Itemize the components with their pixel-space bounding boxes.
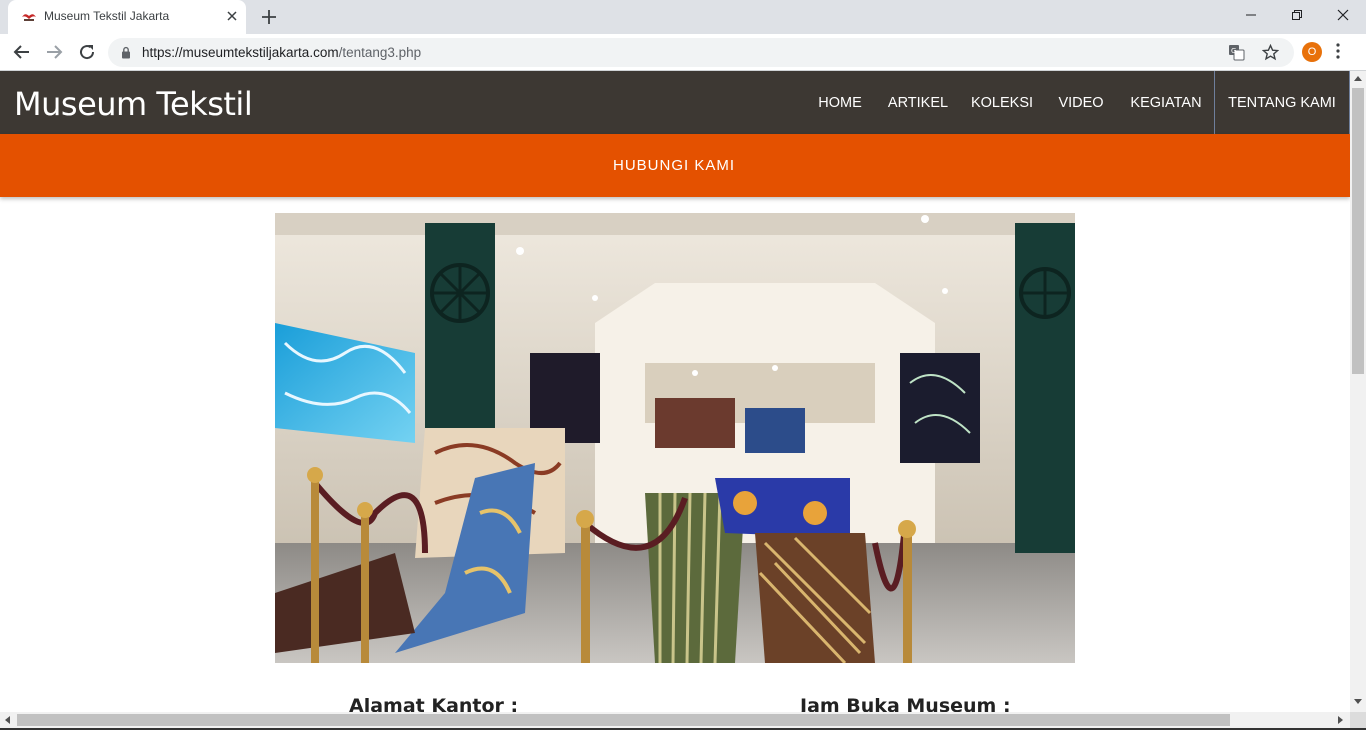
horizontal-scroll-thumb[interactable] (17, 714, 1230, 726)
tab-close-icon[interactable] (224, 8, 240, 24)
restore-button[interactable] (1274, 0, 1320, 30)
horizontal-scrollbar[interactable] (0, 712, 1350, 728)
url-text: https://museumtekstiljakarta.com/tentang… (142, 45, 421, 60)
address-heading: Alamat Kantor : (349, 695, 519, 712)
sub-nav-hubungi-kami[interactable]: HUBUNGI KAMI (0, 134, 1348, 197)
sub-navigation-bar: HUBUNGI KAMI (0, 134, 1350, 197)
nav-home[interactable]: HOME (805, 71, 875, 134)
museum-gallery-photo (275, 213, 1075, 663)
site-header: Museum Tekstil HOME ARTIKEL KOLEKSI VIDE… (0, 71, 1350, 134)
back-arrow-icon[interactable] (12, 42, 32, 62)
vertical-scroll-thumb[interactable] (1352, 88, 1364, 374)
nav-tentang-kami[interactable]: TENTANG KAMI (1214, 71, 1350, 134)
new-tab-icon[interactable] (260, 8, 278, 26)
hours-heading: Jam Buka Museum : (800, 695, 1011, 712)
forward-arrow-icon[interactable] (44, 42, 64, 62)
close-window-button[interactable] (1320, 0, 1366, 30)
scroll-down-arrow-icon[interactable] (1354, 699, 1362, 705)
nav-video[interactable]: VIDEO (1046, 71, 1116, 134)
nav-artikel[interactable]: ARTIKEL (878, 71, 958, 134)
lock-icon (122, 46, 130, 59)
minimize-icon (1246, 14, 1256, 16)
minimize-button[interactable] (1228, 0, 1274, 30)
translate-icon[interactable]: G (1228, 44, 1245, 61)
scroll-right-arrow-icon[interactable] (1338, 716, 1344, 724)
browser-tab-strip: Museum Tekstil Jakarta (0, 0, 1366, 34)
close-icon (1337, 9, 1349, 21)
url-path: /tentang3.php (338, 45, 422, 60)
site-title[interactable]: Museum Tekstil (14, 85, 253, 123)
url-host: https://museumtekstiljakarta.com (142, 45, 339, 60)
browser-tab[interactable]: Museum Tekstil Jakarta (8, 0, 246, 34)
scroll-left-arrow-icon[interactable] (4, 716, 10, 724)
vertical-scrollbar[interactable] (1350, 71, 1366, 712)
restore-icon (1292, 10, 1302, 20)
reload-icon[interactable] (77, 42, 97, 62)
page-viewport: Museum Tekstil HOME ARTIKEL KOLEKSI VIDE… (0, 71, 1350, 712)
more-menu-icon[interactable] (1336, 43, 1340, 59)
scroll-up-arrow-icon[interactable] (1354, 75, 1362, 81)
nav-koleksi[interactable]: KOLEKSI (962, 71, 1042, 134)
svg-text:G: G (1231, 47, 1236, 55)
bookmark-star-icon[interactable] (1262, 44, 1279, 61)
address-bar[interactable]: https://museumtekstiljakarta.com/tentang… (108, 38, 1294, 67)
nav-kegiatan[interactable]: KEGIATAN (1120, 71, 1212, 134)
tab-title: Museum Tekstil Jakarta (44, 9, 170, 23)
browser-toolbar: https://museumtekstiljakarta.com/tentang… (0, 34, 1366, 71)
profile-avatar[interactable]: O (1302, 42, 1322, 62)
site-favicon-icon (22, 14, 36, 21)
